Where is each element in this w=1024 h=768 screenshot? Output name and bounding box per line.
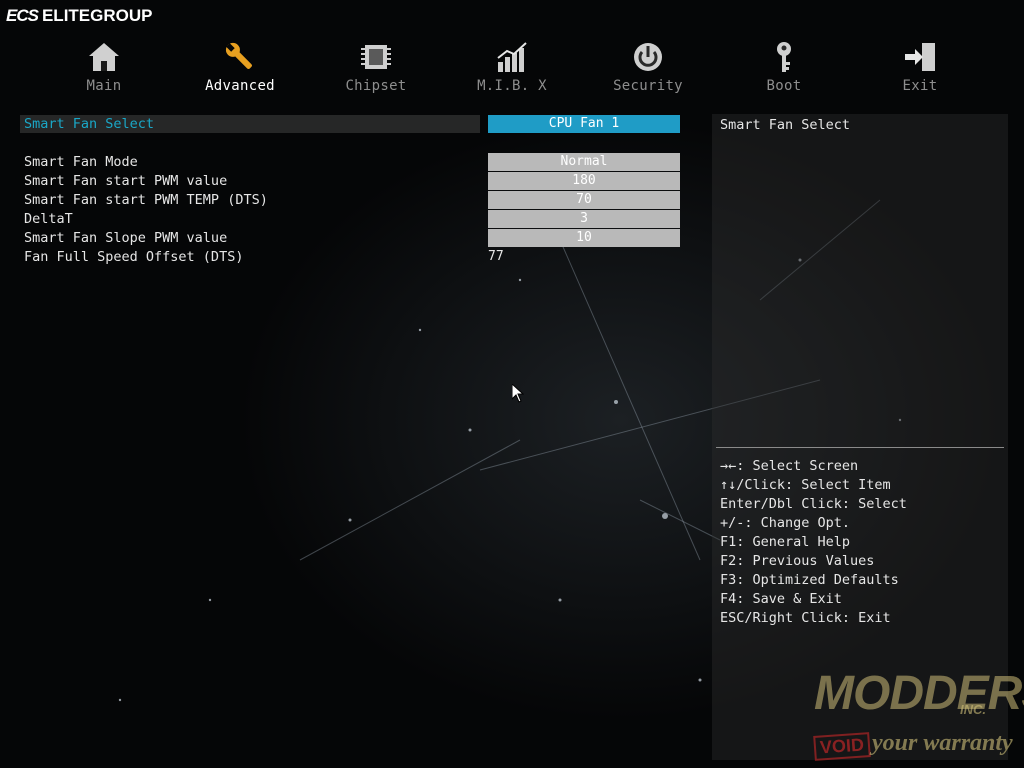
full-speed-offset-row: Fan Full Speed Offset (DTS) 77 — [20, 248, 680, 266]
setting-label: Smart Fan Select — [24, 116, 155, 132]
modders-inc-watermark: MODDERS INC. VOID your warranty — [808, 664, 1024, 764]
tab-label-boot: Boot — [766, 78, 802, 94]
watermark-warranty: your warranty — [872, 730, 1013, 756]
setting-label: Smart Fan start PWM value — [24, 173, 228, 189]
settings-list: Smart Fan Select CPU Fan 1 Smart Fan Mod… — [0, 0, 700, 768]
setting-label: Smart Fan Mode — [24, 154, 138, 170]
full-speed-offset-value: 77 — [488, 249, 504, 264]
key-icon — [777, 42, 791, 72]
help-divider — [716, 447, 1004, 448]
setting-label: Smart Fan start PWM TEMP (DTS) — [24, 192, 268, 208]
delta-t-row[interactable]: DeltaT 3 — [20, 210, 680, 228]
tab-label-exit: Exit — [902, 78, 938, 94]
tab-exit[interactable]: Exit — [852, 40, 988, 98]
exit-icon — [905, 43, 935, 71]
watermark-main: MODDERS — [814, 667, 1024, 720]
watermark-void-stamp: VOID — [813, 732, 871, 761]
start-pwm-value-row[interactable]: Smart Fan start PWM value 180 — [20, 172, 680, 190]
setting-label: Smart Fan Slope PWM value — [24, 230, 228, 246]
key-hint: F1: General Help — [720, 534, 851, 550]
help-title: Smart Fan Select — [720, 117, 851, 133]
key-hint: →←: Select Screen — [720, 458, 859, 474]
key-hint: F3: Optimized Defaults — [720, 572, 899, 588]
key-hint: +/-: Change Opt. — [720, 515, 851, 531]
smart-fan-select-value[interactable]: CPU Fan 1 — [488, 115, 680, 133]
delta-t-field[interactable]: 3 — [488, 210, 680, 228]
key-hint: F4: Save & Exit — [720, 591, 842, 607]
smart-fan-select-row[interactable]: Smart Fan Select CPU Fan 1 — [20, 115, 680, 133]
start-pwm-value-field[interactable]: 180 — [488, 172, 680, 190]
setting-label: DeltaT — [24, 211, 73, 227]
smart-fan-mode-row[interactable]: Smart Fan Mode Normal — [20, 153, 680, 171]
start-pwm-temp-field[interactable]: 70 — [488, 191, 680, 209]
key-hint: ↑↓/Click: Select Item — [720, 477, 891, 493]
smart-fan-mode-value[interactable]: Normal — [488, 153, 680, 171]
setting-label: Fan Full Speed Offset (DTS) — [24, 249, 244, 265]
start-pwm-temp-row[interactable]: Smart Fan start PWM TEMP (DTS) 70 — [20, 191, 680, 209]
key-hint: Enter/Dbl Click: Select — [720, 496, 907, 512]
tab-boot[interactable]: Boot — [716, 40, 852, 98]
key-hint: ESC/Right Click: Exit — [720, 610, 891, 626]
mouse-cursor-icon — [512, 384, 524, 403]
key-hint: F2: Previous Values — [720, 553, 875, 569]
slope-pwm-value-row[interactable]: Smart Fan Slope PWM value 10 — [20, 229, 680, 247]
slope-pwm-value-field[interactable]: 10 — [488, 229, 680, 247]
watermark-inc: INC. — [960, 702, 986, 717]
key-legend: →←: Select Screen ↑↓/Click: Select Item … — [720, 457, 907, 628]
